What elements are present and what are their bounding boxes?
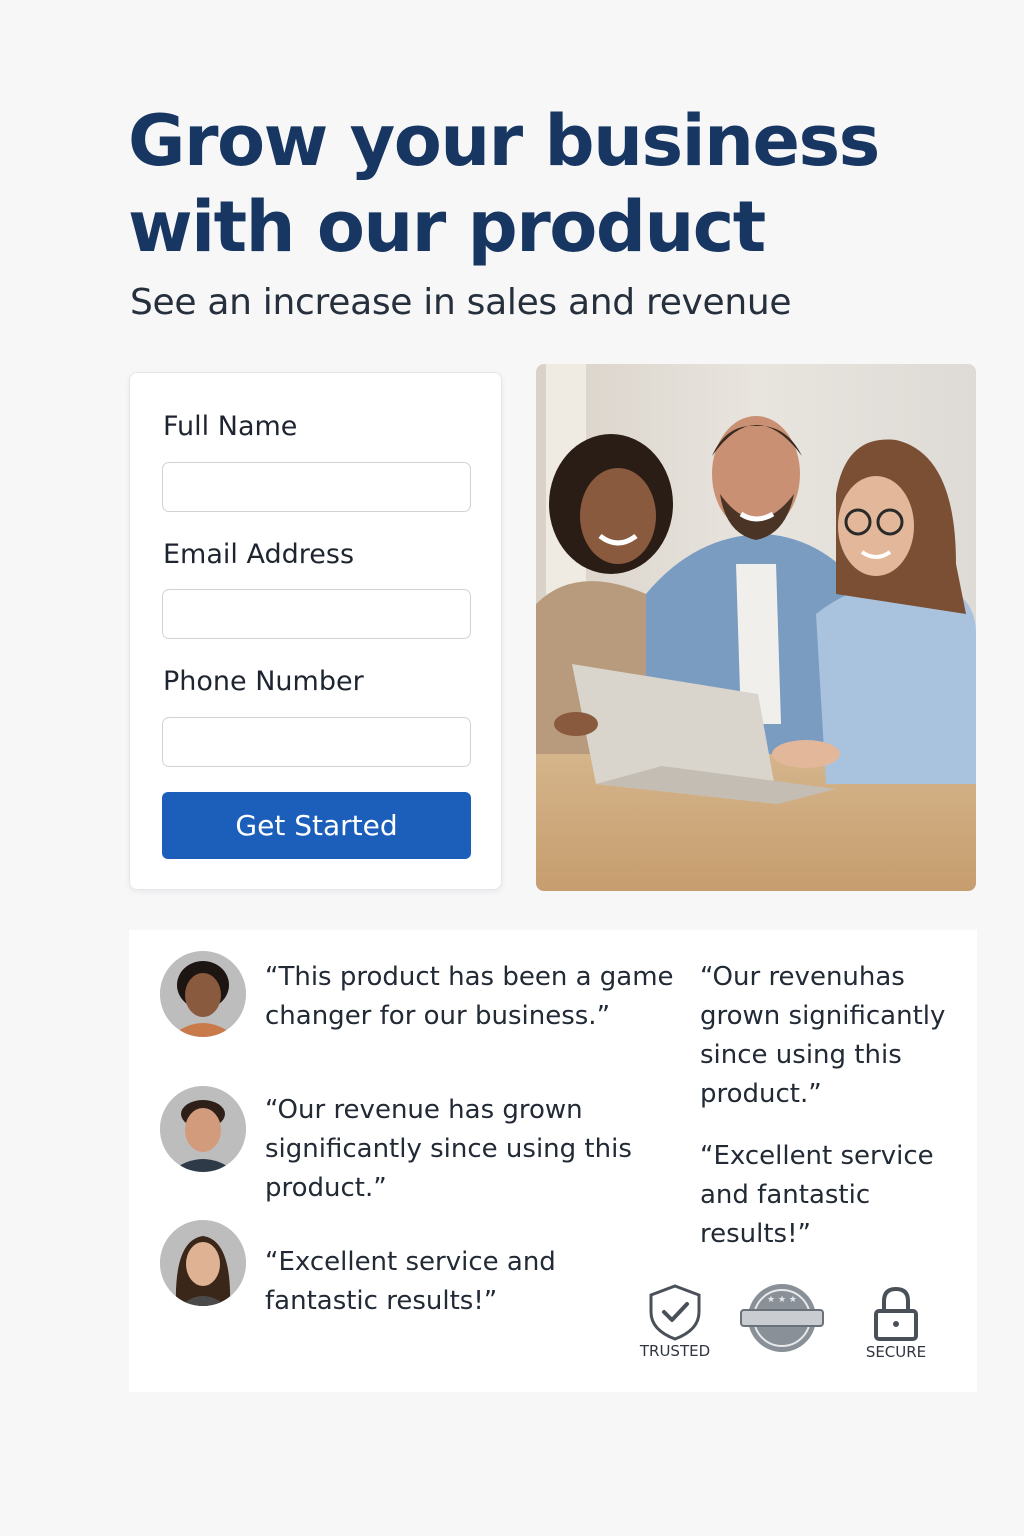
full-name-label: Full Name (163, 411, 298, 442)
trusted-badge: TRUSTED (634, 1282, 716, 1360)
hero-title: Grow your business with our product (128, 100, 880, 268)
testimonial-quote-2: “Our revenue has grown significantly sin… (265, 1095, 632, 1203)
woman-curly-hair-avatar (160, 951, 246, 1037)
team-with-laptop-photo (536, 364, 976, 891)
landing-page: Grow your business with our product See … (0, 0, 1024, 1536)
testimonial-quote-1: “This product has been a game changer fo… (265, 962, 674, 1031)
email-label: Email Address (163, 539, 355, 570)
signup-form: Full Name Email Address Phone Number Get… (129, 372, 502, 890)
man-smiling-avatar (160, 1086, 246, 1172)
testimonial-quote-5: “Excellent service and fantastic results… (700, 1141, 934, 1249)
testimonials-panel: “This product has been a game changer fo… (129, 930, 977, 1392)
get-started-button[interactable]: Get Started (162, 792, 471, 859)
shield-check-icon (649, 1284, 701, 1341)
seal-badge: ★ ★ ★ (737, 1280, 827, 1356)
secure-badge: SECURE (855, 1285, 937, 1361)
hero-subtitle: See an increase in sales and revenue (130, 282, 792, 323)
woman-long-hair-avatar (160, 1220, 246, 1306)
testimonial-quote-3: “Excellent service and fantastic results… (265, 1247, 556, 1316)
email-input[interactable] (162, 589, 471, 639)
phone-input[interactable] (162, 717, 471, 767)
padlock-icon (874, 1286, 918, 1341)
secure-badge-label: SECURE (865, 1343, 927, 1361)
testimonial-quote-4: “Our revenuhas grown significantly since… (700, 962, 946, 1109)
full-name-input[interactable] (162, 462, 471, 512)
seal-icon: ★ ★ ★ (740, 1284, 824, 1352)
phone-label: Phone Number (163, 666, 364, 697)
svg-text:★ ★ ★: ★ ★ ★ (767, 1295, 797, 1305)
trusted-badge-label: TRUSTED (639, 1342, 711, 1360)
